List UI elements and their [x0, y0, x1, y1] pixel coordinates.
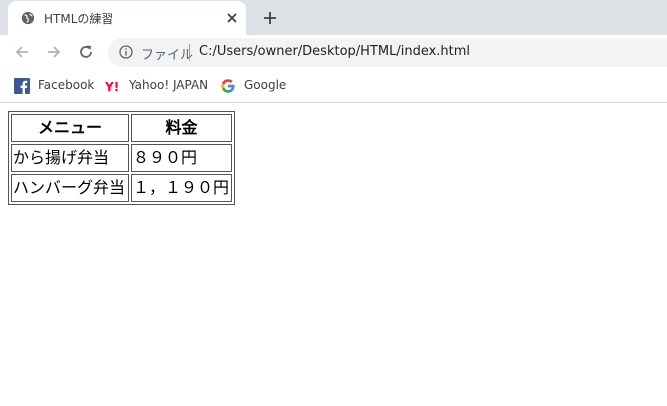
back-arrow-icon[interactable]: [13, 43, 31, 61]
bookmark-label: Google: [244, 78, 287, 92]
google-icon: [221, 79, 235, 93]
toolbar: ファイル C:/Users/owner/Desktop/HTML/index.h…: [0, 35, 667, 70]
page-content: メニュー 料金 から揚げ弁当 ８９０円 ハンバーグ弁当 １，１９０円: [8, 111, 235, 205]
bookmark-label: Facebook: [38, 78, 95, 92]
table-row: ハンバーグ弁当 １，１９０円: [11, 174, 232, 202]
browser-tab[interactable]: HTMLの練習: [8, 1, 246, 35]
yahoo-icon: Y!: [105, 80, 119, 94]
tab-title: HTMLの練習: [44, 12, 114, 26]
bookmarks-bar: Facebook Y! Yahoo! JAPAN Google: [0, 70, 667, 103]
new-tab-icon[interactable]: [261, 9, 279, 27]
menu-price-table: メニュー 料金 から揚げ弁当 ８９０円 ハンバーグ弁当 １，１９０円: [8, 111, 235, 205]
column-header-menu: メニュー: [11, 114, 129, 142]
bookmark-label: Yahoo! JAPAN: [129, 78, 209, 92]
forward-arrow-icon[interactable]: [45, 43, 63, 61]
reload-icon[interactable]: [77, 43, 95, 61]
close-icon[interactable]: [224, 10, 240, 26]
address-bar[interactable]: ファイル C:/Users/owner/Desktop/HTML/index.h…: [108, 38, 667, 67]
scheme-label: ファイル: [141, 48, 194, 63]
table-cell-price: １，１９０円: [131, 174, 232, 202]
tab-strip: HTMLの練習: [0, 0, 667, 35]
table-cell-item: ハンバーグ弁当: [11, 174, 129, 202]
bookmark-yahoo-japan[interactable]: Y! Yahoo! JAPAN: [105, 77, 209, 95]
column-header-price: 料金: [131, 114, 232, 142]
globe-icon: [21, 11, 35, 25]
svg-text:Y!: Y!: [105, 80, 119, 94]
info-icon[interactable]: [119, 45, 133, 59]
url-text[interactable]: C:/Users/owner/Desktop/HTML/index.html: [199, 44, 470, 59]
facebook-icon: [14, 78, 30, 94]
table-header-row: メニュー 料金: [11, 114, 232, 142]
omnibox-separator: [189, 44, 190, 61]
bookmark-facebook[interactable]: Facebook: [14, 77, 94, 95]
table-row: から揚げ弁当 ８９０円: [11, 144, 232, 172]
table-cell-price: ８９０円: [131, 144, 232, 172]
table-cell-item: から揚げ弁当: [11, 144, 129, 172]
bookmark-google[interactable]: Google: [220, 77, 286, 95]
